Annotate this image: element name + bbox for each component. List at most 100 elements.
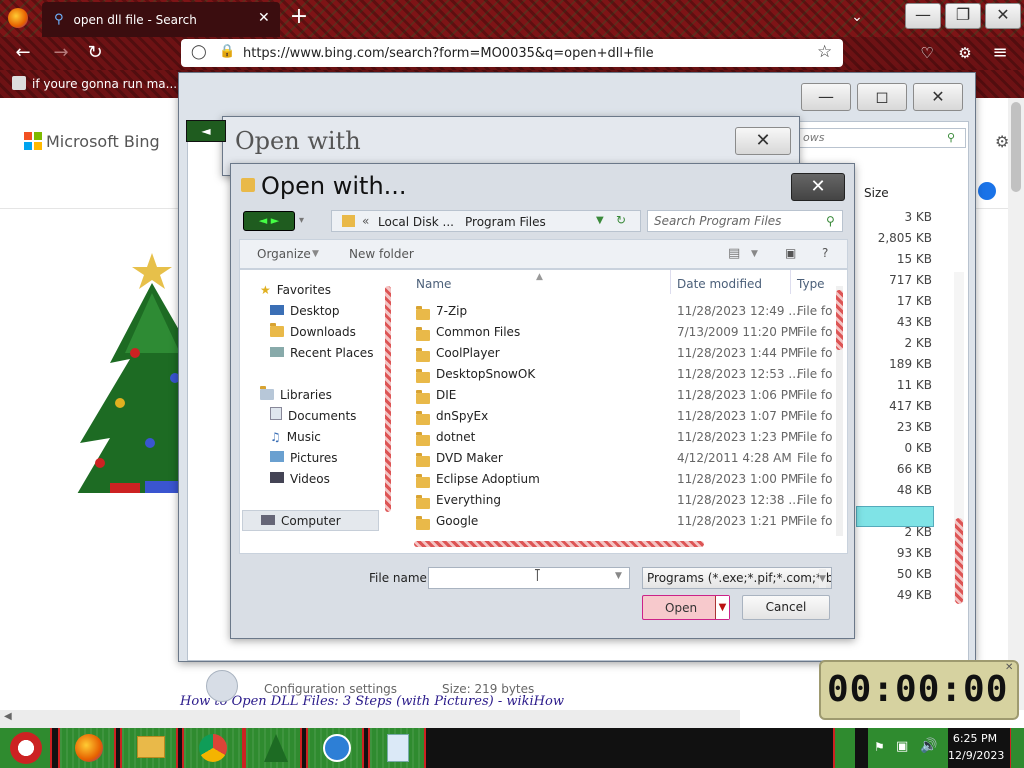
recent-locations-icon[interactable]: ▾ bbox=[299, 215, 304, 226]
page-scrollbar[interactable] bbox=[1008, 98, 1024, 710]
bookmark-star-icon[interactable]: ☆ bbox=[817, 42, 832, 62]
extensions-icon[interactable]: ⚙ bbox=[950, 38, 980, 68]
tray-app[interactable] bbox=[833, 728, 855, 768]
column-name[interactable]: Name bbox=[416, 277, 451, 291]
firefox-icon[interactable] bbox=[8, 8, 28, 28]
new-tab-button[interactable]: + bbox=[284, 2, 314, 32]
nav-scrollbar[interactable] bbox=[385, 286, 391, 512]
close-tab-icon[interactable]: ✕ bbox=[258, 10, 270, 26]
open-button[interactable]: Open ▼ bbox=[642, 595, 730, 620]
nav-documents[interactable]: Documents bbox=[270, 406, 356, 427]
file-row[interactable]: CoolPlayer 11/28/2023 1:44 PM File fol bbox=[408, 343, 832, 364]
bg-search-icon[interactable]: ⚲ bbox=[947, 129, 955, 147]
stopwatch-close-icon[interactable]: ✕ bbox=[1005, 662, 1013, 673]
close-browser-button[interactable]: ✕ bbox=[985, 3, 1021, 29]
scroll-left-icon[interactable]: ◀ bbox=[4, 711, 12, 722]
file-row[interactable]: Google 11/28/2023 1:21 PM File fol bbox=[408, 511, 832, 532]
page-horizontal-scrollbar[interactable]: ◀ bbox=[0, 710, 740, 728]
file-row[interactable]: DVD Maker 4/12/2011 4:28 AM File fol bbox=[408, 448, 832, 469]
vertical-scrollbar[interactable] bbox=[836, 286, 843, 536]
bg-close-button[interactable]: ✕ bbox=[913, 83, 963, 111]
view-dropdown-icon[interactable]: ▼ bbox=[751, 249, 758, 259]
view-options-icon[interactable]: ▤ bbox=[728, 246, 740, 261]
file-row[interactable]: Eclipse Adoptium 11/28/2023 1:00 PM File f… bbox=[408, 469, 832, 490]
cancel-button[interactable]: Cancel bbox=[742, 595, 830, 620]
nav-downloads[interactable]: Downloads bbox=[270, 322, 356, 343]
new-folder-button[interactable]: New folder bbox=[349, 247, 414, 261]
file-row[interactable]: DesktopSnowOK 11/28/2023 12:53 ... File fo… bbox=[408, 364, 832, 385]
recent-places-icon bbox=[270, 347, 284, 357]
filename-dropdown-icon[interactable]: ▼ bbox=[615, 571, 622, 581]
breadcrumb-dropdown-icon[interactable]: ▼ bbox=[596, 215, 604, 226]
back-forward-buttons[interactable]: ◄ ► bbox=[243, 211, 295, 231]
lock-icon[interactable]: 🔒 bbox=[219, 44, 235, 59]
bg-minimize-button[interactable]: — bbox=[801, 83, 851, 111]
bg-scrollbar[interactable] bbox=[954, 272, 964, 604]
show-desktop-button[interactable] bbox=[1010, 728, 1024, 768]
bg-selected-row[interactable] bbox=[856, 506, 934, 527]
nav-computer[interactable]: Computer bbox=[242, 510, 379, 531]
volume-icon[interactable]: 🔊 bbox=[920, 738, 937, 754]
file-row[interactable]: DIE 11/28/2023 1:06 PM File fol bbox=[408, 385, 832, 406]
filetype-select[interactable]: Programs (*.exe;*.pif;*.com;*.ba ▼ bbox=[642, 567, 832, 589]
help-icon[interactable]: ? bbox=[822, 246, 828, 260]
refresh-icon[interactable]: ↻ bbox=[616, 213, 626, 227]
search-input[interactable]: Search Program Files ⚲ bbox=[647, 210, 843, 232]
taskbar-notepad[interactable] bbox=[368, 728, 426, 768]
back-button[interactable]: ← bbox=[8, 38, 38, 68]
nav-desktop[interactable]: Desktop bbox=[270, 301, 340, 322]
column-date-modified[interactable]: Date modified bbox=[677, 277, 762, 291]
taskbar-tree-app[interactable] bbox=[244, 728, 302, 768]
preview-pane-icon[interactable]: ▣ bbox=[785, 246, 796, 260]
file-row[interactable]: 7-Zip 11/28/2023 12:49 ... File fol bbox=[408, 301, 832, 322]
search-icon[interactable]: ⚲ bbox=[826, 211, 835, 231]
file-row[interactable]: dotnet 11/28/2023 1:23 PM File fol bbox=[408, 427, 832, 448]
copilot-icon[interactable] bbox=[978, 182, 996, 200]
nav-videos[interactable]: Videos bbox=[270, 469, 330, 490]
minimize-browser-button[interactable]: — bbox=[905, 3, 941, 29]
open-dropdown-icon[interactable]: ▼ bbox=[715, 596, 729, 619]
nav-pictures[interactable]: Pictures bbox=[270, 448, 338, 469]
forward-button[interactable]: → bbox=[46, 38, 76, 68]
result-link[interactable]: How to Open DLL Files: 3 Steps (with Pic… bbox=[180, 694, 564, 709]
list-tabs-button[interactable]: ⌄ bbox=[842, 2, 872, 32]
menu-icon[interactable]: ≡ bbox=[985, 38, 1015, 68]
shield-icon[interactable]: ◯ bbox=[191, 44, 207, 60]
taskbar-messenger[interactable] bbox=[306, 728, 364, 768]
filename-input[interactable]: ▼ ⊺ bbox=[428, 566, 630, 589]
breadcrumb[interactable]: « Local Disk ... Program Files ▼ ↻ bbox=[331, 210, 641, 232]
clock[interactable]: 6:25 PM 12/9/2023 bbox=[948, 730, 1004, 764]
tray-flag-icon[interactable]: ⚑ bbox=[874, 740, 885, 754]
organize-menu[interactable]: Organize bbox=[257, 247, 311, 261]
file-row[interactable]: Common Files 7/13/2009 11:20 PM File fol bbox=[408, 322, 832, 343]
restore-browser-button[interactable]: ❐ bbox=[945, 3, 981, 29]
nav-recent-places[interactable]: Recent Places bbox=[270, 343, 373, 364]
start-button[interactable] bbox=[0, 728, 52, 768]
nav-favorites[interactable]: ★ Favorites bbox=[260, 280, 331, 301]
filetype-dropdown-icon[interactable]: ▼ bbox=[819, 569, 826, 588]
bg-maximize-button[interactable]: ◻ bbox=[857, 83, 907, 111]
breadcrumb-program-files[interactable]: Program Files bbox=[465, 215, 546, 229]
network-icon[interactable]: ▣ bbox=[896, 739, 908, 754]
taskbar-explorer[interactable] bbox=[120, 728, 178, 768]
bg-back-button[interactable]: ◄ bbox=[186, 120, 226, 142]
pocket-icon[interactable]: ♡ bbox=[912, 38, 942, 68]
bookmark-link[interactable]: if youre gonna run ma... bbox=[32, 77, 177, 91]
browser-tab[interactable]: ⚲ open dll file - Search ✕ bbox=[42, 2, 280, 37]
organize-dropdown-icon[interactable]: ▼ bbox=[312, 249, 319, 259]
taskbar-firefox[interactable] bbox=[58, 728, 116, 768]
horizontal-scrollbar[interactable] bbox=[414, 541, 704, 547]
column-type[interactable]: Type bbox=[797, 277, 825, 291]
settings-icon[interactable]: ⚙ bbox=[995, 132, 1009, 151]
file-row[interactable]: dnSpyEx 11/28/2023 1:07 PM File fol bbox=[408, 406, 832, 427]
taskbar-chrome[interactable] bbox=[182, 728, 244, 768]
file-row[interactable]: Everything 11/28/2023 12:38 ... File fol bbox=[408, 490, 832, 511]
reload-button[interactable]: ↻ bbox=[80, 38, 110, 68]
nav-music[interactable]: ♫ Music bbox=[270, 427, 321, 448]
breadcrumb-local-disk[interactable]: Local Disk ... bbox=[378, 215, 454, 229]
nav-libraries[interactable]: Libraries bbox=[260, 385, 332, 406]
address-bar[interactable]: ◯ 🔒 https://www.bing.com/search?form=MO0… bbox=[181, 39, 843, 67]
dialog-close-button[interactable]: ✕ bbox=[791, 173, 845, 201]
parent-dialog-close-button[interactable]: ✕ bbox=[735, 127, 791, 155]
bg-search-box[interactable]: ows ⚲ bbox=[796, 128, 966, 148]
